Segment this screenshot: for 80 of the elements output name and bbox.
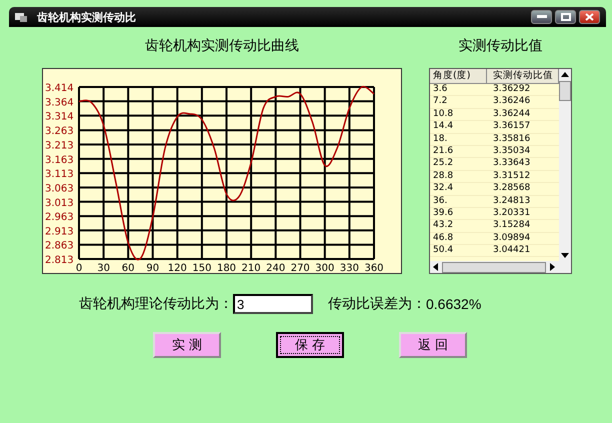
chart-title: 齿轮机构实测传动比曲线 — [145, 37, 299, 56]
action-button[interactable]: 实 测 — [153, 332, 221, 358]
scroll-thumb[interactable] — [559, 81, 571, 101]
x-tick-label: 150 — [192, 263, 212, 273]
y-tick-label: 2.863 — [45, 240, 74, 252]
y-tick-label: 3.263 — [45, 126, 74, 138]
x-tick-label: 240 — [266, 263, 286, 273]
table-cell-text: 3.36244 — [492, 108, 532, 120]
table-cell-text: 3.09894 — [492, 232, 532, 244]
error-label: 传动比误差为： — [328, 295, 426, 313]
theory-ratio-label: 齿轮机构理论传动比为： — [79, 295, 233, 313]
x-tick-label: 0 — [76, 263, 82, 273]
table-cell-text: 3.04421 — [492, 245, 532, 256]
table-cell-text: 21.6 — [432, 146, 454, 158]
x-tick-label: 360 — [364, 263, 384, 273]
table-cell-text: 3.24813 — [492, 196, 532, 207]
y-tick-label: 3.213 — [45, 140, 74, 152]
y-tick-label: 2.913 — [45, 226, 74, 238]
close-button[interactable] — [579, 10, 600, 24]
table-cell-text: 43.2 — [432, 220, 454, 232]
table-cell-text: 36. — [432, 196, 448, 207]
table-cell-text: 3.35816 — [492, 134, 532, 145]
x-tick-label: 270 — [290, 263, 310, 273]
action-button[interactable]: 返 回 — [399, 332, 467, 358]
x-tick-label: 30 — [97, 263, 110, 273]
table-cell-text: 3.31512 — [492, 170, 532, 182]
table-cell-text: 14.4 — [432, 121, 454, 133]
table-cell-text: 46.8 — [432, 232, 454, 244]
y-tick-label: 3.163 — [45, 154, 74, 166]
table-cell-text: 3.36157 — [492, 121, 532, 133]
table-title: 实测传动比值 — [458, 37, 542, 56]
table-cell-text: 3.36292 — [492, 84, 532, 96]
table-cell-text: 3.20331 — [492, 208, 532, 220]
scroll-thumb[interactable] — [442, 262, 546, 272]
scroll-up-icon — [561, 72, 569, 77]
scroll-down-icon — [561, 253, 569, 258]
horizontal-scrollbar[interactable] — [430, 261, 571, 273]
maximize-icon — [560, 13, 570, 21]
table-cell-text: 32.4 — [432, 183, 454, 195]
maximize-button[interactable] — [555, 10, 576, 24]
y-tick-label: 3.314 — [45, 112, 74, 123]
table-cell-text: 18. — [432, 134, 448, 145]
action-button[interactable]: 保 存 — [276, 332, 344, 358]
table-cell-text: 3.35034 — [492, 146, 532, 158]
table-cell-text: 3.15284 — [492, 220, 532, 232]
window-title: 齿轮机构实测传动比 — [37, 10, 136, 24]
table-cell-text: 3.6 — [432, 84, 448, 96]
y-tick-label: 3.113 — [45, 169, 74, 180]
table-cell-text: 3.33643 — [492, 158, 532, 170]
theory-ratio-field[interactable]: 3 — [233, 294, 313, 314]
y-tick-label: 3.063 — [45, 183, 74, 194]
scroll-right-icon — [550, 263, 555, 271]
minimize-icon — [536, 15, 546, 19]
y-tick-label: 3.364 — [45, 97, 74, 108]
x-tick-label: 120 — [168, 263, 187, 273]
x-tick-label: 330 — [340, 263, 359, 273]
x-tick-label: 90 — [146, 263, 160, 273]
window-icon — [15, 12, 27, 22]
y-tick-label: 2.813 — [45, 255, 74, 266]
table-cell-text: 3.28568 — [492, 183, 532, 195]
close-icon — [585, 13, 594, 21]
x-tick-label: 60 — [122, 263, 135, 273]
scroll-left-icon — [433, 263, 438, 271]
table-cell-text: 3.36246 — [492, 96, 532, 108]
y-tick-label: 2.963 — [45, 212, 74, 224]
vertical-scrollbar[interactable] — [559, 69, 571, 261]
table-cell-text: 50.4 — [432, 245, 454, 256]
minimize-button[interactable] — [531, 10, 552, 24]
x-tick-label: 300 — [315, 263, 334, 273]
table-cell-text: 10.8 — [432, 108, 454, 120]
y-tick-label: 3.414 — [45, 83, 74, 94]
table-cell-text: 39.6 — [432, 208, 454, 220]
column-header[interactable]: 角度(度) — [430, 69, 487, 83]
error-value: 0.6632% — [426, 296, 482, 312]
table-cell-text: 28.8 — [432, 170, 454, 182]
x-tick-label: 210 — [242, 263, 261, 273]
table-cell-text: 25.2 — [432, 158, 454, 170]
y-tick-label: 3.013 — [45, 198, 74, 209]
x-tick-label: 180 — [216, 263, 236, 273]
table-cell-text: 7.2 — [432, 96, 448, 108]
